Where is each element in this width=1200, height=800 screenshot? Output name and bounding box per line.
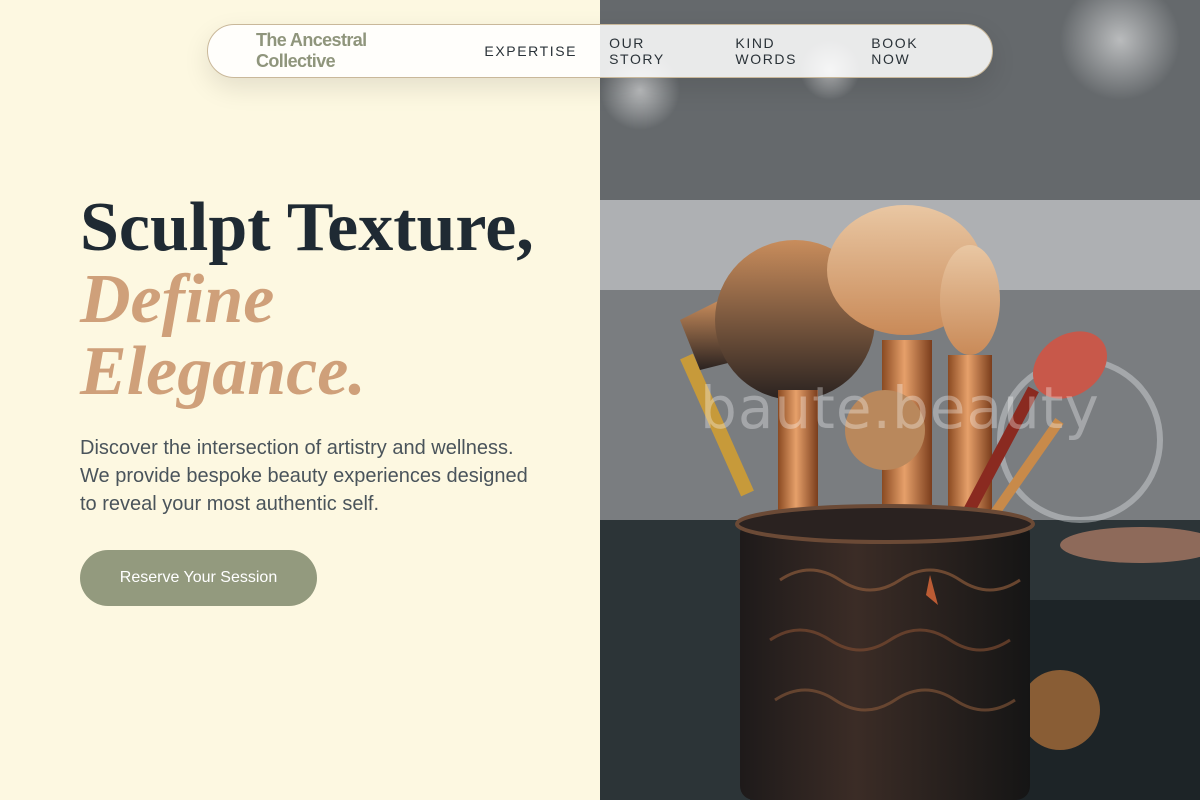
- hero-title-accent: Define: [80, 261, 275, 338]
- photo-watermark: baute.beauty: [700, 374, 1100, 442]
- hero-title-line: Sculpt Texture,: [80, 189, 534, 266]
- hero-title-accent: Elegance.: [80, 333, 366, 410]
- nav-link-kind-words[interactable]: KIND WORDS: [735, 35, 839, 67]
- nav-link-expertise[interactable]: EXPERTISE: [484, 43, 577, 59]
- reserve-session-button[interactable]: Reserve Your Session: [80, 550, 317, 606]
- top-navbar: The Ancestral Collective EXPERTISE OUR S…: [207, 24, 993, 78]
- hero-title: Sculpt Texture, Define Elegance.: [80, 192, 534, 408]
- hero-photo: baute.beauty: [600, 0, 1200, 800]
- hero-panel: Sculpt Texture, Define Elegance. Discove…: [0, 0, 600, 800]
- hero-description: Discover the intersection of artistry an…: [80, 437, 528, 515]
- nav-link-our-story[interactable]: OUR STORY: [609, 35, 703, 67]
- brand-logo[interactable]: The Ancestral Collective: [256, 30, 444, 72]
- nav-link-book-now[interactable]: BOOK NOW: [871, 35, 960, 67]
